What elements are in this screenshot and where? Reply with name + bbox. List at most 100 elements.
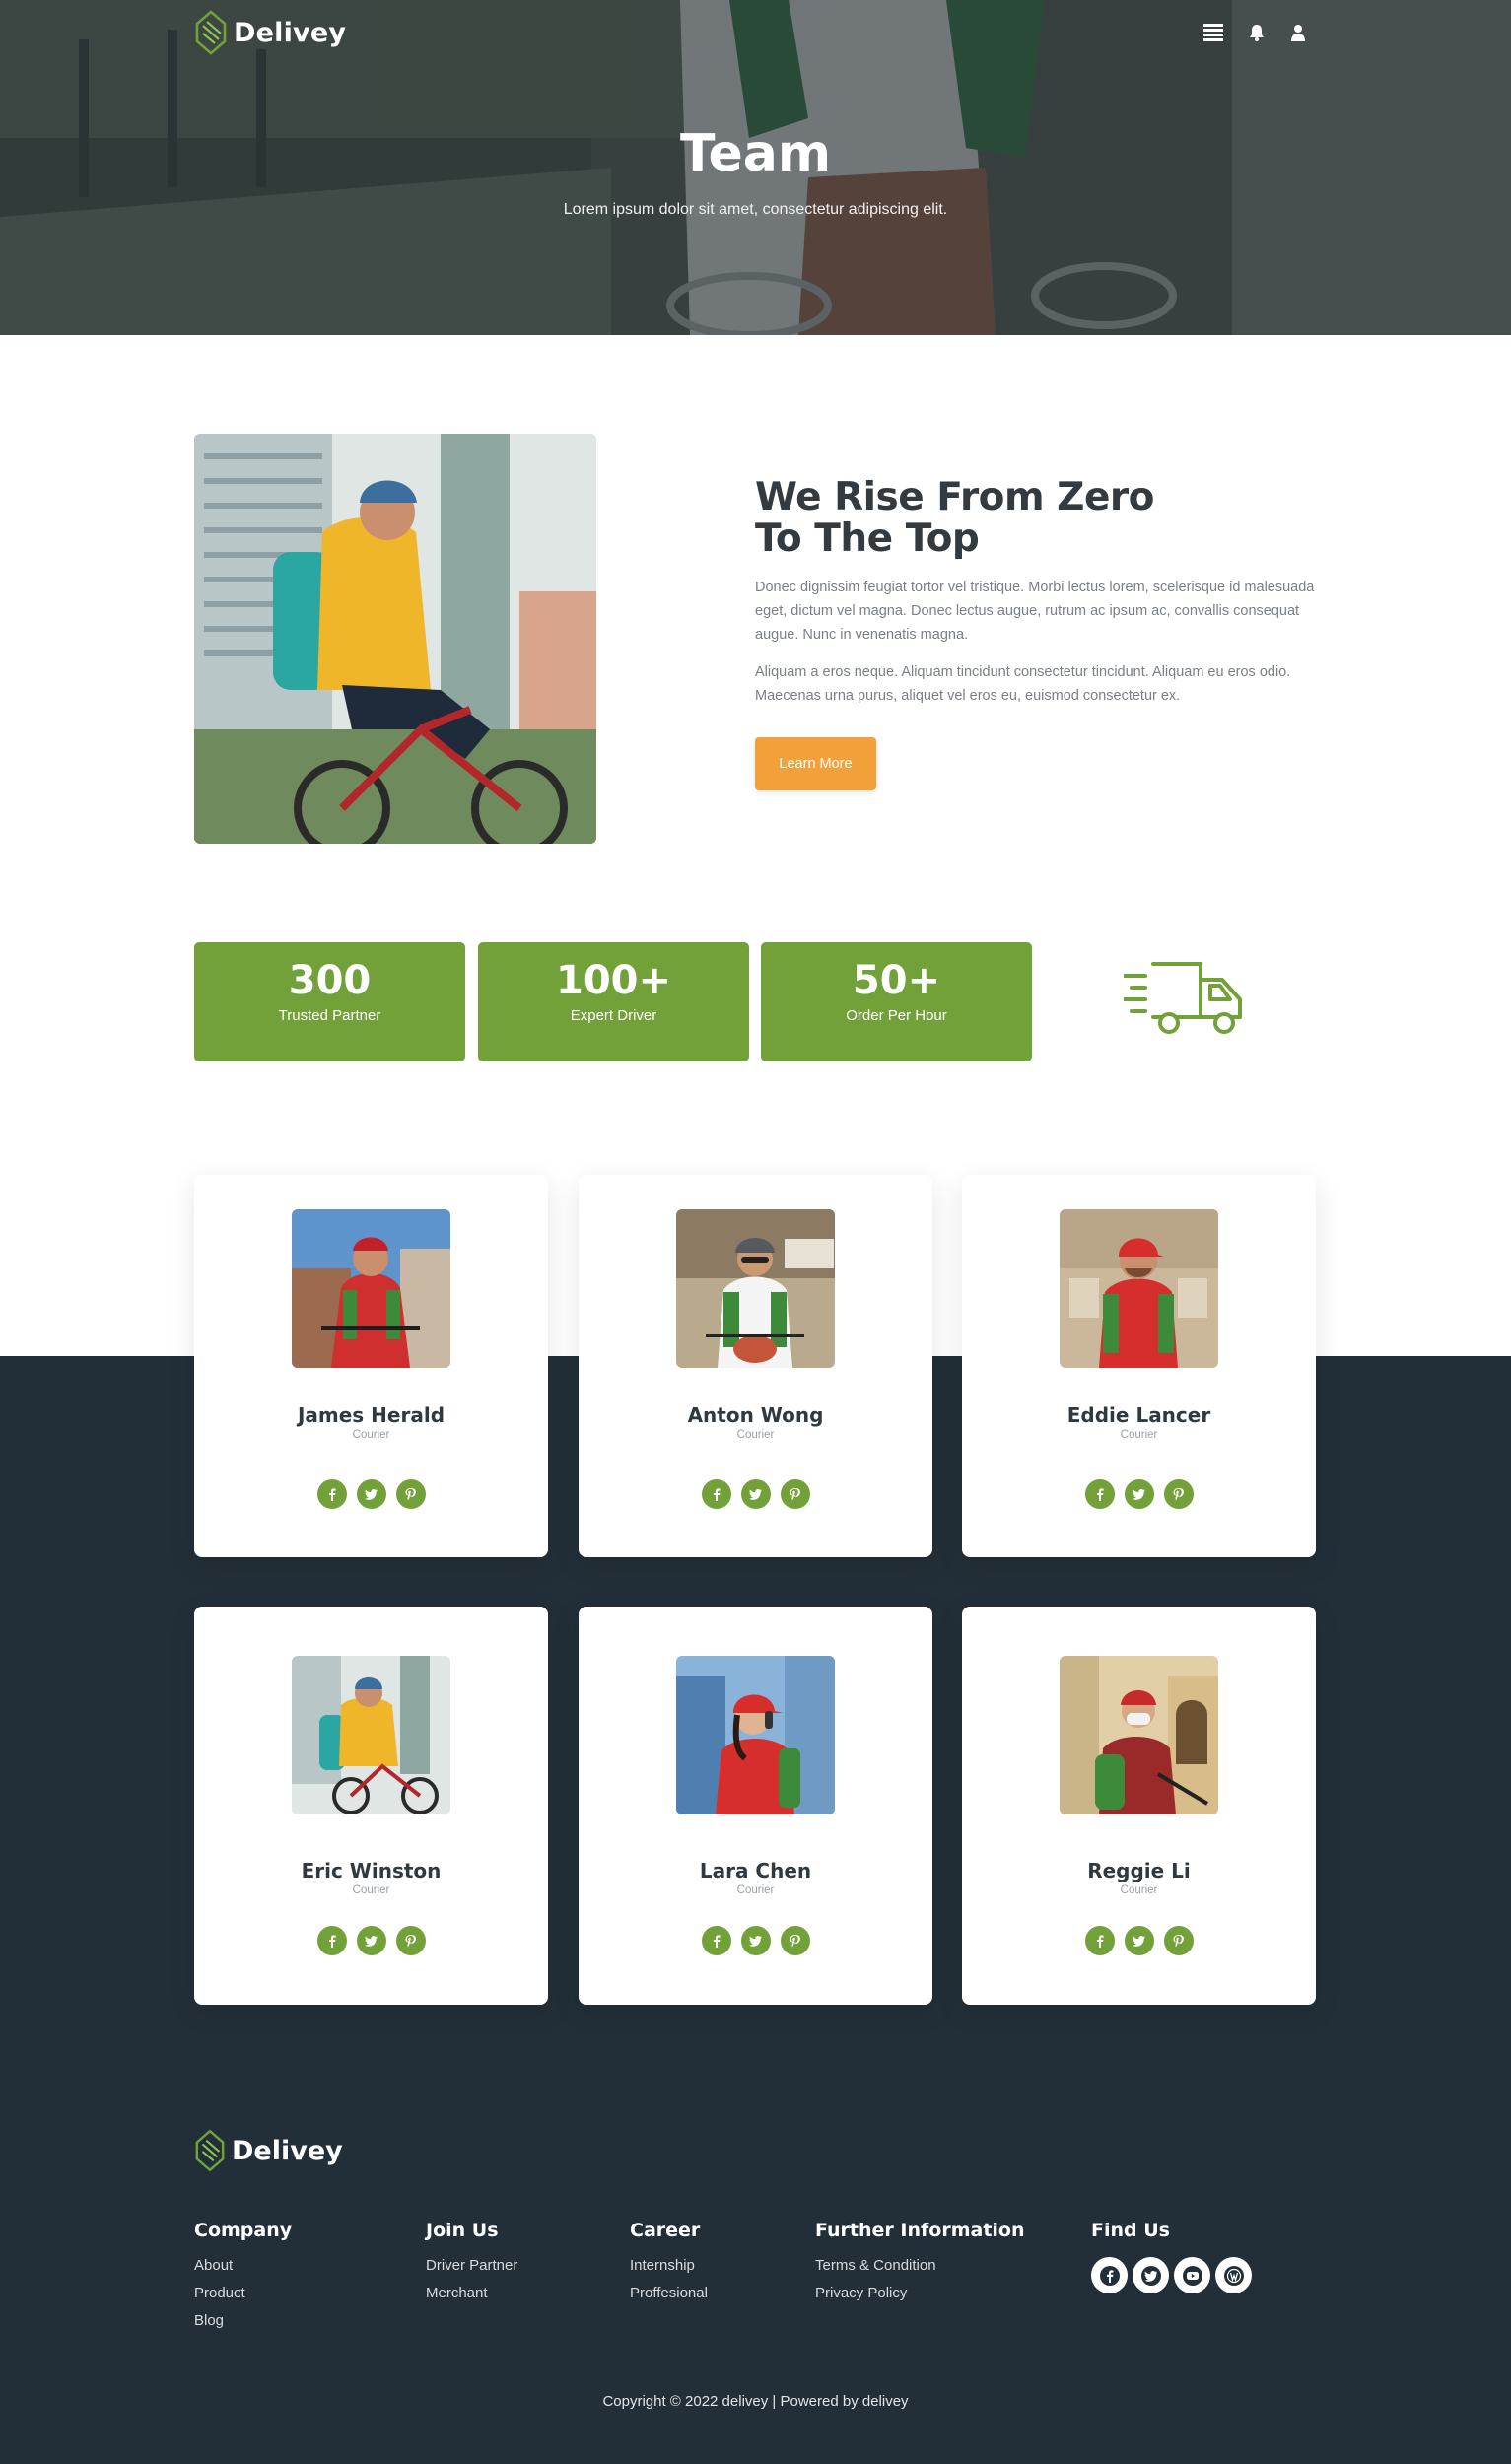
footer-brand-name: Delivey xyxy=(232,2135,343,2166)
pinterest-icon[interactable] xyxy=(1163,1479,1194,1509)
hero-subtitle: Lorem ipsum dolor sit amet, consectetur … xyxy=(563,201,948,218)
footer-link-product[interactable]: Product xyxy=(194,2285,292,2301)
team-member-photo xyxy=(1060,1209,1218,1368)
team-member-role: Courier xyxy=(352,1884,390,1896)
team-card-eric-winston: Eric Winston Courier xyxy=(194,1607,548,2005)
facebook-icon[interactable] xyxy=(1091,2257,1128,2293)
top-navbar: Delivey xyxy=(194,0,1318,65)
delivey-logo-icon xyxy=(195,10,227,55)
footer-column-title: Join Us xyxy=(426,2220,499,2241)
team-member-role: Courier xyxy=(1120,1429,1158,1441)
team-social-links xyxy=(962,1926,1316,1955)
brand-name: Delivey xyxy=(234,17,347,48)
footer-brand-logo[interactable]: Delivey xyxy=(194,2129,343,2172)
footer-column-title: Company xyxy=(194,2220,293,2241)
footer-link-driver-partner[interactable]: Driver Partner xyxy=(426,2257,517,2274)
team-social-links xyxy=(194,1479,548,1509)
footer-social-icons xyxy=(1091,2257,1252,2293)
stat-value: 50+ xyxy=(852,958,941,1003)
delivey-logo-icon xyxy=(195,2129,225,2172)
bell-icon[interactable] xyxy=(1249,24,1265,41)
delivery-truck-icon xyxy=(1124,962,1242,1034)
team-member-role: Courier xyxy=(736,1884,775,1896)
team-member-name: Lara Chen xyxy=(699,1859,812,1882)
youtube-icon[interactable] xyxy=(1174,2257,1210,2293)
stat-label: Expert Driver xyxy=(570,1007,657,1024)
copyright-text: Copyright © 2022 delivey | Powered by de… xyxy=(602,2393,909,2410)
facebook-icon[interactable] xyxy=(1084,1479,1115,1509)
footer-link-about[interactable]: About xyxy=(194,2257,292,2274)
user-icon[interactable] xyxy=(1290,24,1306,41)
team-social-links xyxy=(962,1479,1316,1509)
footer-link-privacy[interactable]: Privacy Policy xyxy=(815,2285,1025,2301)
footer-column-company: Company About Product Blog xyxy=(194,2220,292,2340)
twitter-icon[interactable] xyxy=(1124,1479,1154,1509)
team-member-role: Courier xyxy=(1120,1884,1158,1896)
pinterest-icon[interactable] xyxy=(780,1926,810,1955)
facebook-icon[interactable] xyxy=(701,1926,731,1955)
twitter-icon[interactable] xyxy=(740,1479,771,1509)
team-member-photo xyxy=(1060,1656,1218,1814)
footer-link-internship[interactable]: Internship xyxy=(630,2257,708,2274)
stat-value: 300 xyxy=(288,958,372,1003)
footer-column-find-us: Find Us xyxy=(1091,2220,1252,2293)
footer-column-title: Further Information xyxy=(815,2220,1025,2241)
about-heading-line1: We Rise From Zero xyxy=(755,475,1154,519)
hero-section: Delivey Team Lorem ipsum dolor sit amet,… xyxy=(0,0,1511,335)
team-member-name: Reggie Li xyxy=(1087,1859,1191,1882)
twitter-icon[interactable] xyxy=(1124,1926,1154,1955)
footer-link-merchant[interactable]: Merchant xyxy=(426,2285,517,2301)
facebook-icon[interactable] xyxy=(1084,1926,1115,1955)
pinterest-icon[interactable] xyxy=(780,1479,810,1509)
team-member-name: Anton Wong xyxy=(687,1403,824,1427)
team-member-name: Eric Winston xyxy=(301,1859,442,1882)
stat-label: Order Per Hour xyxy=(846,1007,947,1024)
footer-column-title: Career xyxy=(630,2220,701,2241)
footer-link-terms[interactable]: Terms & Condition xyxy=(815,2257,1025,2274)
team-card-reggie-li: Reggie Li Courier xyxy=(962,1607,1316,2005)
about-paragraph-2: Aliquam a eros neque. Aliquam tincidunt … xyxy=(755,664,1291,704)
stat-value: 100+ xyxy=(555,958,671,1003)
footer-column-career: Career Internship Proffesional xyxy=(630,2220,708,2312)
facebook-icon[interactable] xyxy=(316,1479,347,1509)
twitter-icon[interactable] xyxy=(356,1479,386,1509)
team-card-lara-chen: Lara Chen Courier xyxy=(579,1607,932,2005)
facebook-icon[interactable] xyxy=(316,1926,347,1955)
twitter-icon[interactable] xyxy=(740,1926,771,1955)
team-member-name: Eddie Lancer xyxy=(1066,1403,1211,1427)
team-card-eddie-lancer: Eddie Lancer Courier xyxy=(962,1175,1316,1557)
team-member-photo xyxy=(292,1656,450,1814)
menu-icon[interactable] xyxy=(1203,24,1223,41)
footer-link-blog[interactable]: Blog xyxy=(194,2312,292,2329)
learn-more-button[interactable]: Learn More xyxy=(755,737,876,790)
pinterest-icon[interactable] xyxy=(395,1479,426,1509)
team-member-photo xyxy=(292,1209,450,1368)
footer-column-title: Find Us xyxy=(1091,2220,1170,2241)
brand-logo[interactable]: Delivey xyxy=(194,10,346,55)
courier-hero-photo xyxy=(194,434,596,844)
page-title: Team xyxy=(679,124,832,183)
pinterest-icon[interactable] xyxy=(1163,1926,1194,1955)
team-social-links xyxy=(579,1926,932,1955)
team-member-photo xyxy=(676,1656,835,1814)
team-social-links xyxy=(579,1479,932,1509)
footer-column-join-us: Join Us Driver Partner Merchant xyxy=(426,2220,517,2312)
team-member-role: Courier xyxy=(352,1429,390,1441)
footer-column-further-information: Further Information Terms & Condition Pr… xyxy=(815,2220,1025,2312)
twitter-icon[interactable] xyxy=(356,1926,386,1955)
stat-card-orders: 50+ Order Per Hour xyxy=(761,942,1032,1061)
about-heading-line2: To The Top xyxy=(755,516,980,561)
team-member-name: James Herald xyxy=(297,1403,446,1427)
facebook-icon[interactable] xyxy=(701,1479,731,1509)
team-card-james-herald: James Herald Courier xyxy=(194,1175,548,1557)
footer-link-professional[interactable]: Proffesional xyxy=(630,2285,708,2301)
about-heading: We Rise From Zero To The Top xyxy=(755,477,1169,560)
team-member-role: Courier xyxy=(736,1429,775,1441)
stat-card-partners: 300 Trusted Partner xyxy=(194,942,465,1061)
pinterest-icon[interactable] xyxy=(395,1926,426,1955)
twitter-icon[interactable] xyxy=(1133,2257,1169,2293)
nav-icon-group xyxy=(1203,24,1306,41)
about-paragraph-1: Donec dignissim feugiat tortor vel trist… xyxy=(755,580,1315,643)
team-social-links xyxy=(194,1926,548,1955)
wordpress-icon[interactable] xyxy=(1215,2257,1252,2293)
